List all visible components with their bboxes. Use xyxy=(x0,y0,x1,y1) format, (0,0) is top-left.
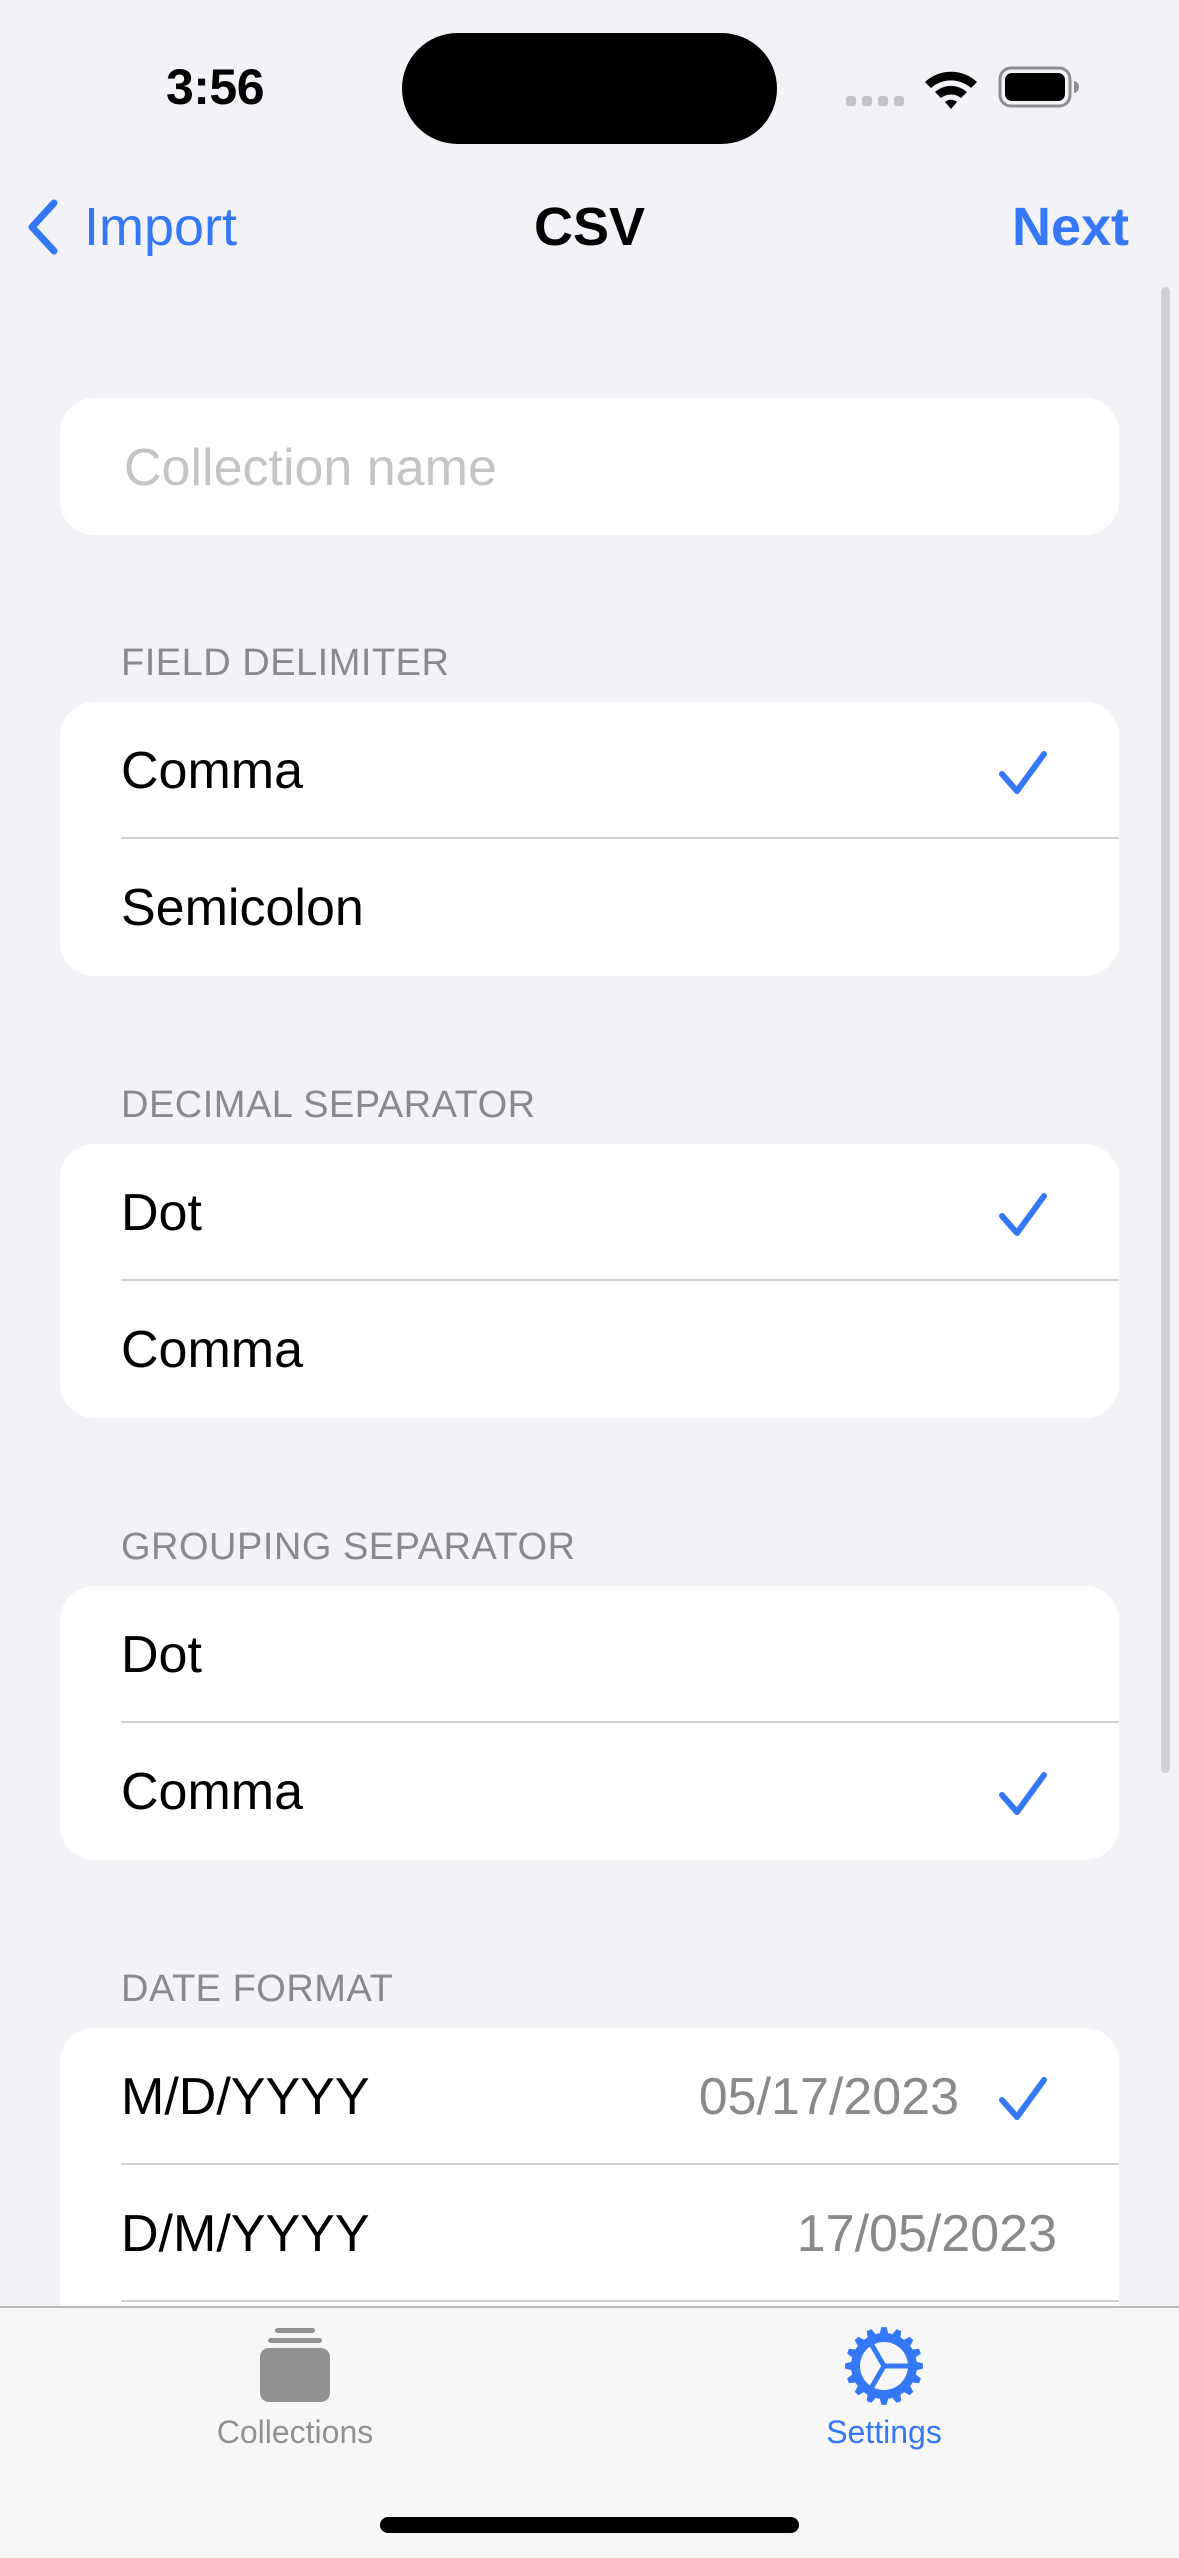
wifi-icon xyxy=(925,71,977,109)
home-indicator[interactable] xyxy=(380,2517,799,2533)
option-row[interactable]: M/D/YYYY 05/17/2023 xyxy=(60,2028,1119,2165)
gear-icon xyxy=(845,2327,923,2405)
option-row[interactable]: Comma xyxy=(60,702,1119,839)
option-row[interactable]: Comma xyxy=(60,1723,1119,1860)
option-label: Semicolon xyxy=(121,878,364,937)
option-detail: 05/17/2023 xyxy=(698,2067,959,2126)
checkmark-icon xyxy=(999,1193,1047,1236)
field-delimiter-list: Comma Semicolon xyxy=(60,702,1119,976)
cellular-signal-icon xyxy=(846,0,906,120)
option-label: M/D/YYYY xyxy=(121,2067,370,2126)
option-label: Comma xyxy=(121,1762,304,1821)
option-label: Comma xyxy=(121,1320,304,1379)
checkmark-icon xyxy=(999,751,1047,794)
grouping-separator-list: Dot Comma xyxy=(60,1586,1119,1860)
tab-label: Collections xyxy=(216,2414,374,2450)
checkmark-icon xyxy=(999,2077,1047,2120)
option-row[interactable]: Comma xyxy=(60,1281,1119,1418)
collections-icon xyxy=(260,2328,330,2402)
dynamic-island xyxy=(402,33,777,144)
collection-name-input[interactable] xyxy=(122,398,1086,535)
tab-label: Settings xyxy=(826,2414,942,2450)
option-label: Dot xyxy=(121,1625,202,1684)
field-delimiter-header: FIELD DELIMITER xyxy=(121,642,450,684)
page-title: CSV xyxy=(533,197,646,257)
row-divider xyxy=(121,2300,1119,2302)
date-format-header: DATE FORMAT xyxy=(121,1968,394,2010)
option-row[interactable]: Dot xyxy=(60,1144,1119,1281)
option-row[interactable]: D/M/YYYY 17/05/2023 xyxy=(60,2165,1119,2302)
option-row[interactable]: Dot xyxy=(60,1586,1119,1723)
option-label: D/M/YYYY xyxy=(121,2204,370,2263)
status-time: 3:56 xyxy=(165,59,265,115)
scroll-indicator[interactable] xyxy=(1161,287,1170,1773)
next-button[interactable]: Next xyxy=(1012,196,1129,258)
decimal-separator-header: DECIMAL SEPARATOR xyxy=(121,1084,536,1126)
grouping-separator-header: GROUPING SEPARATOR xyxy=(121,1526,576,1568)
collection-name-card xyxy=(60,398,1119,535)
option-label: Comma xyxy=(121,741,304,800)
option-row[interactable]: Semicolon xyxy=(60,839,1119,976)
battery-icon xyxy=(998,66,1079,108)
tab-settings[interactable]: Settings xyxy=(684,2308,1084,2478)
option-detail: 17/05/2023 xyxy=(796,2204,1057,2263)
decimal-separator-list: Dot Comma xyxy=(60,1144,1119,1418)
date-format-list: M/D/YYYY 05/17/2023 D/M/YYYY 17/05/2023 xyxy=(60,2028,1119,2318)
tab-collections[interactable]: Collections xyxy=(95,2308,495,2478)
checkmark-icon xyxy=(999,1772,1047,1815)
option-label: Dot xyxy=(121,1183,202,1242)
